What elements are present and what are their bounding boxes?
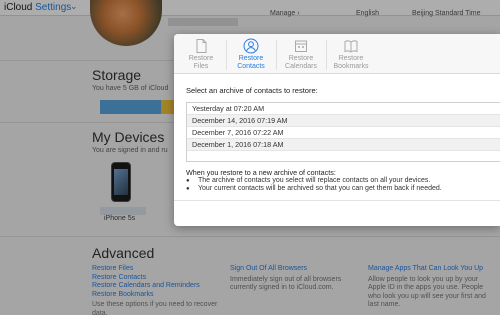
archive-row[interactable]: December 14, 2016 07:19 AM xyxy=(187,115,500,127)
tab-separator xyxy=(276,40,277,70)
restore-info-list: The archive of contacts you select will … xyxy=(186,177,442,193)
dialog-footer-divider xyxy=(174,200,500,201)
tab-label-line1: Restore xyxy=(238,55,264,62)
tab-separator xyxy=(226,40,227,70)
tab-restore-contacts[interactable]: Restore Contacts xyxy=(228,38,274,71)
restore-dialog: Restore Files Restore Contacts Restore C… xyxy=(174,34,500,226)
tab-separator xyxy=(326,40,327,70)
tab-restore-calendars[interactable]: Restore Calendars xyxy=(278,38,324,71)
tab-label-line1: Restore xyxy=(338,55,364,62)
contacts-icon xyxy=(243,38,259,54)
archive-row[interactable]: December 7, 2016 07:22 AM xyxy=(187,127,500,139)
restore-info-heading: When you restore to a new archive of con… xyxy=(186,168,336,177)
file-icon xyxy=(196,39,207,53)
archive-prompt: Select an archive of contacts to restore… xyxy=(186,86,318,95)
tab-label-line1: Restore xyxy=(188,55,214,62)
tab-label-line2: Contacts xyxy=(237,63,265,70)
bookmark-icon xyxy=(344,40,358,53)
tab-label-line2: Files xyxy=(193,63,209,70)
calendar-icon xyxy=(295,40,307,52)
info-bullet: The archive of contacts you select will … xyxy=(186,177,442,185)
tab-label-line2: Calendars xyxy=(285,63,317,70)
archive-row[interactable]: December 1, 2016 07:18 AM xyxy=(187,139,500,151)
tab-restore-files[interactable]: Restore Files xyxy=(178,38,224,71)
tab-label-line1: Restore xyxy=(288,55,314,62)
tab-restore-bookmarks[interactable]: Restore Bookmarks xyxy=(328,38,374,71)
restore-tabs: Restore Files Restore Contacts Restore C… xyxy=(174,34,500,74)
info-bullet: Your current contacts will be archived s… xyxy=(186,185,442,193)
tab-label-line2: Bookmarks xyxy=(333,63,369,70)
archive-row[interactable]: Yesterday at 07:20 AM xyxy=(187,103,500,115)
archive-list: Yesterday at 07:20 AM December 14, 2016 … xyxy=(186,102,500,162)
